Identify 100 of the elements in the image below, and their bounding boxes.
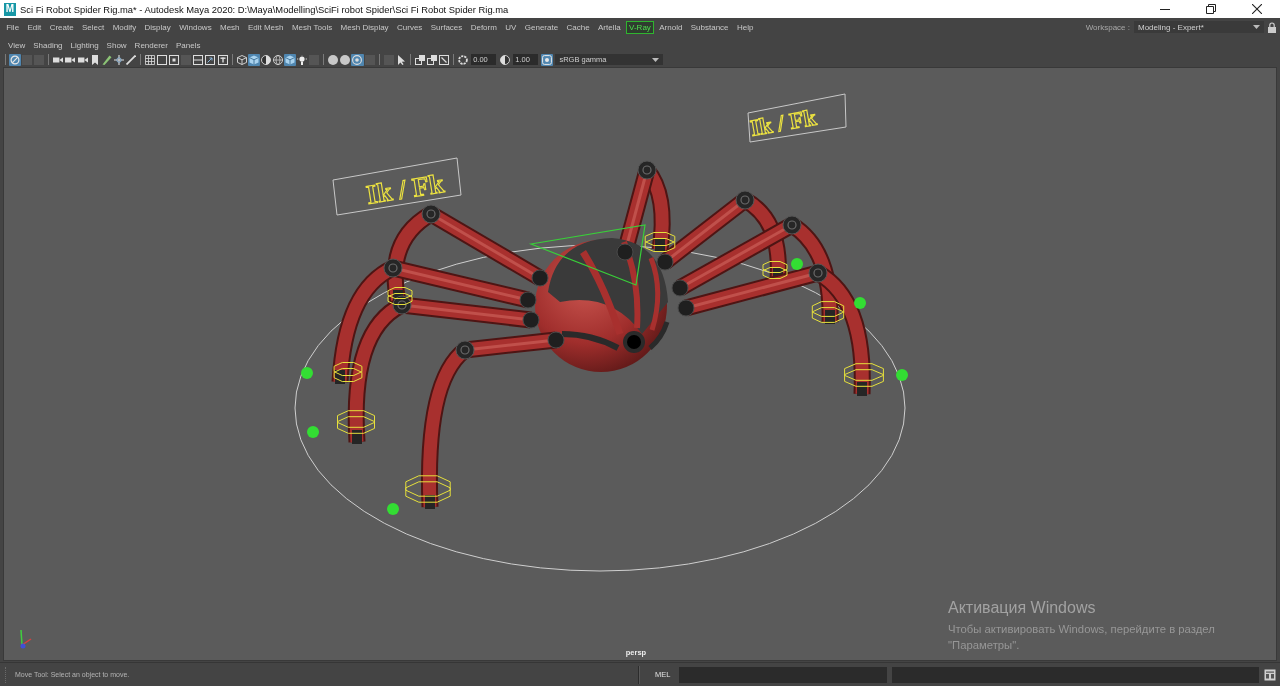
menu-item[interactable]: Create: [45, 20, 78, 34]
toolbar-button[interactable]: [235, 53, 248, 66]
toolbar-button[interactable]: [351, 53, 364, 66]
menu-item[interactable]: Substance: [686, 20, 733, 34]
control-dot-icon: [307, 426, 319, 438]
menu-item[interactable]: Display: [140, 20, 175, 34]
hip-joint: [677, 299, 695, 317]
hip-joint: [616, 243, 634, 261]
split-frame-icon: [193, 54, 204, 65]
toolbar-button[interactable]: [425, 53, 438, 66]
cube-icon: [285, 54, 295, 65]
panel-menu-item[interactable]: Panels: [171, 40, 205, 50]
menu-item[interactable]: V-Ray: [626, 20, 654, 34]
result-field[interactable]: [892, 666, 1259, 683]
panel-menu-item[interactable]: Shading: [29, 40, 67, 50]
foot-control: [333, 362, 363, 382]
menu-item[interactable]: Mesh Display: [336, 20, 393, 34]
toolbar-button[interactable]: [143, 53, 157, 66]
half-circle-icon: [260, 54, 271, 65]
square-icon: [22, 54, 33, 65]
frame-arrow-icon: [205, 54, 216, 65]
stacked-squares-icon: [414, 54, 425, 65]
toolbar-button[interactable]: [438, 53, 451, 66]
menu-item[interactable]: Generate: [520, 20, 563, 34]
control-dot-icon: [854, 297, 866, 309]
menu-item[interactable]: Modify: [108, 20, 141, 34]
axis-icon: [20, 629, 32, 649]
script-editor-icon[interactable]: [1264, 668, 1276, 681]
lock-icon[interactable]: [1268, 21, 1276, 33]
toolbar-button[interactable]: [168, 53, 181, 66]
command-field[interactable]: [679, 666, 887, 683]
hip-joint: [671, 279, 689, 297]
menu-item[interactable]: Mesh: [215, 20, 244, 34]
toolbar-button[interactable]: [339, 53, 352, 66]
menu-item[interactable]: Curves: [392, 20, 427, 34]
minimize-icon: [1160, 8, 1170, 10]
toolbar-button[interactable]: [413, 53, 426, 66]
hip-joint: [656, 253, 674, 271]
toolbar-button[interactable]: [156, 53, 169, 66]
bookmark-icon: [89, 54, 100, 65]
knee-joint: [808, 263, 828, 283]
toolbar-button[interactable]: [216, 53, 229, 66]
exposure-button[interactable]: [457, 53, 470, 66]
foot-control: [405, 475, 451, 503]
toolbar-button[interactable]: [124, 53, 137, 66]
panel-menu-item[interactable]: Show: [102, 40, 131, 50]
toolbar-button[interactable]: [247, 53, 260, 66]
hip-joint: [547, 331, 565, 349]
frame-bar-icon: [217, 54, 228, 65]
toolbar-button[interactable]: [100, 53, 113, 66]
foot-control: [337, 410, 375, 434]
menu-item[interactable]: UV: [501, 20, 521, 34]
light-bulb-icon: [297, 54, 308, 65]
panel-menu-item[interactable]: Lighting: [66, 40, 103, 50]
foot-control: [644, 232, 676, 252]
caret-icon: [1253, 25, 1260, 29]
square-icon: [364, 54, 375, 65]
target-icon: [352, 54, 363, 65]
menu-item[interactable]: Cache: [562, 20, 594, 34]
menu-item[interactable]: Edit Mesh: [243, 20, 288, 34]
menu-item[interactable]: Mesh Tools: [287, 20, 337, 34]
toolbar-button[interactable]: [112, 53, 125, 66]
toolbar-button[interactable]: [192, 53, 205, 66]
menu-item[interactable]: Help: [732, 20, 758, 34]
menu-item[interactable]: Windows: [175, 20, 216, 34]
ik-fk-label: Ik / Fk: [332, 157, 462, 216]
pen-icon: [101, 54, 112, 65]
gamma-button[interactable]: [499, 53, 512, 66]
menu-item[interactable]: Surfaces: [426, 20, 467, 34]
toolbar-button[interactable]: [283, 53, 297, 66]
hip-joint: [531, 269, 549, 287]
diagonal-line-icon: [439, 54, 450, 65]
toolbar-button[interactable]: [327, 53, 340, 66]
foot-control: [762, 261, 788, 279]
toolbar-button[interactable]: [259, 53, 272, 66]
control-dot-icon: [301, 367, 313, 379]
ik-fk-label: Ik / Fk: [747, 93, 847, 143]
menu-item[interactable]: Artella: [593, 20, 625, 34]
menu-item[interactable]: Edit: [23, 20, 46, 34]
workspace-dropdown[interactable]: Modeling - Expert*: [1134, 21, 1264, 33]
window-title: Sci Fi Robot Spider Rig.ma* - Autodesk Maya 2020: D:\Maya\Modelling\SciFi robot Spider\Sci Fi Robot Spider Rig.ma: [20, 3, 510, 15]
toolbar-button[interactable]: [204, 53, 217, 66]
panel-menu-item[interactable]: Renderer: [130, 40, 172, 50]
foot-control: [387, 287, 413, 305]
menu-item[interactable]: Deform: [466, 20, 502, 34]
menu-item[interactable]: Arnold: [655, 20, 687, 34]
panel-menu-item[interactable]: View: [4, 40, 30, 50]
toolbar-button[interactable]: [296, 53, 309, 66]
sphere-icon: [328, 54, 339, 65]
app-logo: M: [4, 2, 16, 16]
close-icon: [1252, 4, 1262, 14]
knee-joint: [392, 295, 412, 315]
hip-joint: [519, 291, 537, 309]
toolbar-button[interactable]: [271, 53, 284, 66]
menu-item[interactable]: File: [2, 20, 24, 34]
aperture-icon: [458, 54, 469, 65]
menu-item[interactable]: Select: [77, 20, 109, 34]
move-icon: [113, 54, 124, 65]
color-management-button[interactable]: [541, 53, 554, 66]
toolbar-button[interactable]: [9, 53, 22, 66]
